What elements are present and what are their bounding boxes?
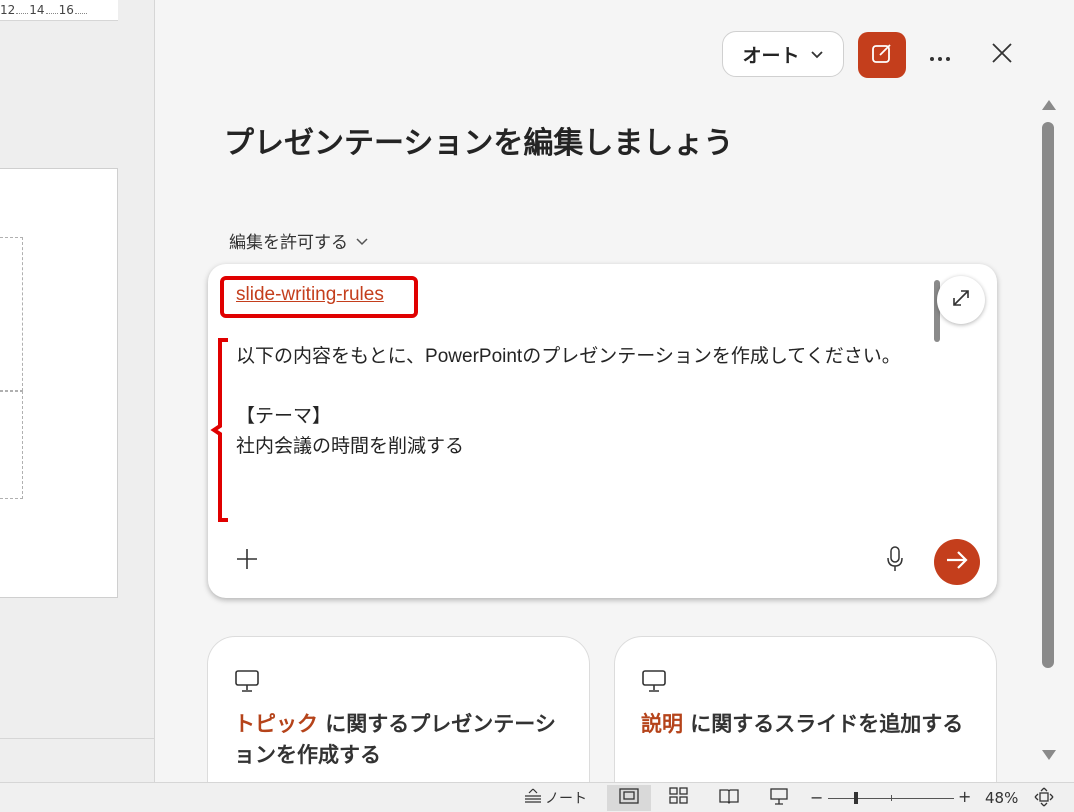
permission-label: 編集を許可する xyxy=(229,233,348,253)
ruler-number: 12 xyxy=(0,3,16,17)
normal-view-button[interactable] xyxy=(607,785,651,811)
suggestion-card-create-presentation[interactable]: トピック に関するプレゼンテーションを作成する xyxy=(207,636,590,782)
send-button[interactable] xyxy=(934,539,980,585)
add-attachment-button[interactable] xyxy=(232,546,262,576)
suggestion-card-add-slide[interactable]: 説明 に関するスライドを追加する xyxy=(614,636,997,782)
copilot-panel-content: オート プレゼンテーションを編集しましょう 編集を許可する slide-writ… xyxy=(155,0,1037,782)
zoom-out-button[interactable]: − xyxy=(810,788,823,807)
suggestion-text: トピック に関するプレゼンテーションを作成する xyxy=(234,709,574,771)
mode-label: オート xyxy=(742,44,800,67)
annotation-bracket xyxy=(210,338,228,522)
presentation-icon xyxy=(234,669,260,693)
annotation-highlight-box xyxy=(220,276,418,318)
presentation-icon xyxy=(641,669,667,693)
mic-icon xyxy=(886,546,904,576)
notes-icon xyxy=(524,788,542,808)
chevron-down-icon xyxy=(356,231,368,251)
ruler-number: 16 xyxy=(58,3,74,17)
slide-editor-area: 12 14 16 xyxy=(0,0,155,782)
slide-canvas[interactable] xyxy=(0,168,118,598)
zoom-in-button[interactable]: + xyxy=(958,787,971,806)
scroll-thumb[interactable] xyxy=(1042,122,1054,668)
expand-button[interactable] xyxy=(937,276,985,324)
suggestion-accent: 説明 xyxy=(641,712,683,736)
microphone-button[interactable] xyxy=(880,546,910,576)
mode-dropdown-button[interactable]: オート xyxy=(722,31,844,77)
zoom-center-mark xyxy=(891,795,892,801)
chevron-down-icon xyxy=(810,43,824,65)
plus-icon xyxy=(235,547,259,575)
scroll-up-arrow[interactable] xyxy=(1042,100,1056,110)
fit-to-window-button[interactable] xyxy=(1034,787,1054,807)
slideshow-icon xyxy=(769,787,789,809)
slideshow-button[interactable] xyxy=(757,785,801,811)
more-icon xyxy=(929,43,951,67)
suggestion-accent: トピック xyxy=(234,712,318,736)
zoom-level[interactable]: 48% xyxy=(985,789,1018,807)
prompt-input[interactable]: 以下の内容をもとに、PowerPointのプレゼンテーションを作成してください。… xyxy=(236,342,916,462)
new-chat-button[interactable] xyxy=(858,32,906,78)
divider xyxy=(0,738,154,739)
fit-window-icon xyxy=(1034,787,1054,807)
suggestion-text: 説明 に関するスライドを追加する xyxy=(641,709,981,740)
more-options-button[interactable] xyxy=(925,40,955,70)
slide-sorter-button[interactable] xyxy=(657,785,701,811)
edit-permission-dropdown[interactable]: 編集を許可する xyxy=(229,228,368,253)
notes-button[interactable]: ノート xyxy=(524,788,587,808)
ruler-number: 14 xyxy=(29,3,45,17)
reading-view-button[interactable] xyxy=(707,785,751,811)
sorter-view-icon xyxy=(669,787,689,809)
normal-view-icon xyxy=(619,788,639,808)
zoom-slider-thumb[interactable] xyxy=(854,792,858,804)
reading-view-icon xyxy=(719,788,739,808)
close-button[interactable] xyxy=(987,40,1017,70)
panel-scrollbar[interactable] xyxy=(1037,96,1061,768)
horizontal-ruler: 12 14 16 xyxy=(0,0,118,21)
suggestion-label: に関するスライドを追加する xyxy=(683,712,964,736)
title-placeholder[interactable] xyxy=(0,237,23,391)
expand-icon xyxy=(951,288,971,312)
edit-icon xyxy=(870,41,894,69)
prompt-composer: slide-writing-rules 以下の内容をもとに、PowerPoint… xyxy=(208,264,997,598)
panel-title: プレゼンテーションを編集しましょう xyxy=(224,126,734,161)
scroll-down-arrow[interactable] xyxy=(1042,750,1056,760)
subtitle-placeholder[interactable] xyxy=(0,391,23,499)
copilot-panel: オート プレゼンテーションを編集しましょう 編集を許可する slide-writ… xyxy=(155,0,1074,782)
notes-label: ノート xyxy=(545,791,587,807)
close-icon xyxy=(991,42,1013,68)
status-bar: ノート − + 48% xyxy=(0,782,1074,812)
arrow-right-icon xyxy=(945,550,969,574)
